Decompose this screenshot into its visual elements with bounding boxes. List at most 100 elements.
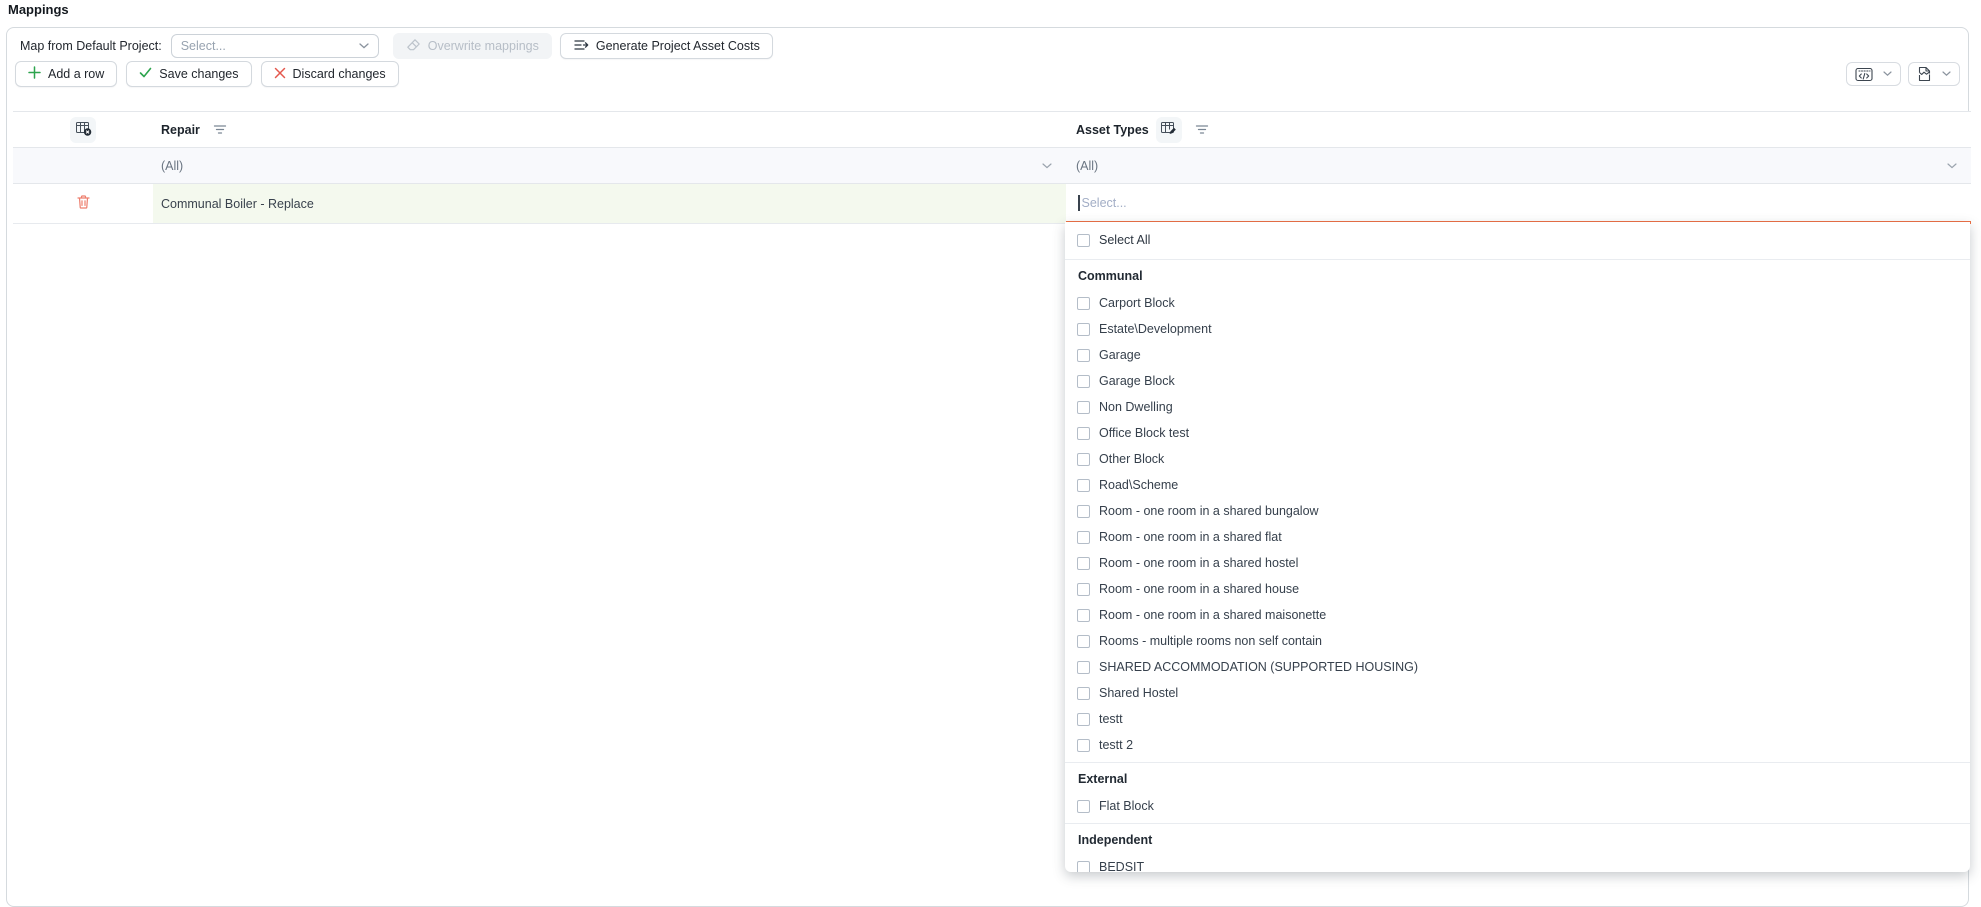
checkbox[interactable] bbox=[1077, 800, 1090, 813]
asset-type-group: Independent BEDSIT bbox=[1065, 823, 1970, 872]
asset-type-option[interactable]: BEDSIT bbox=[1065, 854, 1970, 872]
delete-row-button[interactable] bbox=[72, 190, 95, 217]
asset-type-option[interactable]: Carport Block bbox=[1065, 290, 1970, 316]
asset-type-option[interactable]: Non Dwelling bbox=[1065, 394, 1970, 420]
column-chooser-button[interactable] bbox=[70, 117, 96, 143]
option-label: SHARED ACCOMMODATION (SUPPORTED HOUSING) bbox=[1099, 660, 1418, 674]
asset-type-option[interactable]: Room - one room in a shared bungalow bbox=[1065, 498, 1970, 524]
asset-type-option[interactable]: Room - one room in a shared house bbox=[1065, 576, 1970, 602]
edit-toolbar: Add a row Save changes Discard changes bbox=[15, 61, 1960, 87]
checkbox[interactable] bbox=[1077, 687, 1090, 700]
repair-cell[interactable]: Communal Boiler - Replace bbox=[153, 184, 1066, 224]
overwrite-mappings-button[interactable]: Overwrite mappings bbox=[393, 33, 552, 59]
checkbox[interactable] bbox=[1077, 401, 1090, 414]
option-label: Room - one room in a shared hostel bbox=[1099, 556, 1298, 570]
filter-lines-icon[interactable] bbox=[213, 124, 227, 135]
option-label: Room - one room in a shared maisonette bbox=[1099, 608, 1326, 622]
option-label: Office Block test bbox=[1099, 426, 1189, 440]
asset-type-option[interactable]: testt 2 bbox=[1065, 732, 1970, 758]
asset-type-option[interactable]: Room - one room in a shared flat bbox=[1065, 524, 1970, 550]
option-label: Carport Block bbox=[1099, 296, 1175, 310]
chevron-down-icon[interactable] bbox=[1947, 163, 1957, 169]
export-file-button[interactable] bbox=[1908, 62, 1960, 86]
discard-changes-button[interactable]: Discard changes bbox=[261, 61, 399, 87]
list-arrow-icon bbox=[573, 39, 589, 54]
asset-type-option[interactable]: Office Block test bbox=[1065, 420, 1970, 446]
code-window-icon bbox=[1850, 67, 1878, 82]
option-label: testt 2 bbox=[1099, 738, 1133, 752]
checkbox[interactable] bbox=[1077, 453, 1090, 466]
checkbox[interactable] bbox=[1077, 531, 1090, 544]
checkbox[interactable] bbox=[1077, 323, 1090, 336]
default-project-select[interactable]: Select... bbox=[171, 34, 379, 58]
checkbox[interactable] bbox=[1077, 349, 1090, 362]
option-label: testt bbox=[1099, 712, 1123, 726]
asset-types-editor-cell[interactable]: Select... bbox=[1066, 184, 1971, 224]
generate-project-asset-costs-button[interactable]: Generate Project Asset Costs bbox=[560, 33, 773, 59]
trash-icon bbox=[76, 194, 91, 213]
filter-lines-icon[interactable] bbox=[1195, 124, 1209, 135]
checkbox[interactable] bbox=[1077, 861, 1090, 873]
asset-type-option[interactable]: Room - one room in a shared hostel bbox=[1065, 550, 1970, 576]
table-row: Communal Boiler - Replace Select... bbox=[13, 184, 1971, 224]
asset-types-filter-value[interactable]: (All) bbox=[1076, 159, 1098, 173]
option-label: Flat Block bbox=[1099, 799, 1154, 813]
select-all-option[interactable]: Select All bbox=[1065, 225, 1970, 255]
overwrite-mappings-label: Overwrite mappings bbox=[428, 39, 539, 53]
column-header-asset-types[interactable]: Asset Types bbox=[1076, 123, 1149, 137]
checkbox[interactable] bbox=[1077, 739, 1090, 752]
checkbox[interactable] bbox=[1077, 297, 1090, 310]
checkbox[interactable] bbox=[1077, 479, 1090, 492]
group-header: External bbox=[1065, 765, 1970, 793]
checkbox[interactable] bbox=[1077, 234, 1090, 247]
default-project-select-placeholder: Select... bbox=[181, 39, 226, 53]
chevron-down-icon[interactable] bbox=[1042, 163, 1052, 169]
torn-page-icon bbox=[1912, 66, 1937, 82]
checkbox[interactable] bbox=[1077, 713, 1090, 726]
option-label: Non Dwelling bbox=[1099, 400, 1173, 414]
map-toolbar: Map from Default Project: Select... Over… bbox=[15, 32, 773, 60]
asset-type-option[interactable]: Rooms - multiple rooms non self contain bbox=[1065, 628, 1970, 654]
checkbox[interactable] bbox=[1077, 427, 1090, 440]
asset-type-option[interactable]: SHARED ACCOMMODATION (SUPPORTED HOUSING) bbox=[1065, 654, 1970, 680]
checkbox[interactable] bbox=[1077, 661, 1090, 674]
asset-type-option[interactable]: Estate\Development bbox=[1065, 316, 1970, 342]
checkbox[interactable] bbox=[1077, 505, 1090, 518]
asset-type-option[interactable]: Flat Block bbox=[1065, 793, 1970, 819]
save-changes-button[interactable]: Save changes bbox=[126, 61, 251, 87]
add-a-row-button[interactable]: Add a row bbox=[15, 61, 117, 87]
grid-header-row: Repair Asset Types bbox=[13, 112, 1971, 148]
checkbox[interactable] bbox=[1077, 583, 1090, 596]
cross-icon bbox=[274, 67, 286, 82]
checkbox[interactable] bbox=[1077, 635, 1090, 648]
checkbox[interactable] bbox=[1077, 557, 1090, 570]
table-edit-button[interactable] bbox=[1156, 117, 1182, 143]
eraser-icon bbox=[406, 38, 421, 55]
group-header: Independent bbox=[1065, 826, 1970, 854]
group-items: Carport Block Estate\Development Garage … bbox=[1065, 290, 1970, 758]
asset-type-option[interactable]: testt bbox=[1065, 706, 1970, 732]
asset-type-option[interactable]: Shared Hostel bbox=[1065, 680, 1970, 706]
asset-type-option[interactable]: Room - one room in a shared maisonette bbox=[1065, 602, 1970, 628]
option-label: BEDSIT bbox=[1099, 860, 1144, 872]
asset-types-dropdown: Select All Communal Carport Block Estate… bbox=[1065, 222, 1970, 872]
chevron-down-icon[interactable] bbox=[1878, 71, 1897, 77]
asset-type-option[interactable]: Road\Scheme bbox=[1065, 472, 1970, 498]
checkbox[interactable] bbox=[1077, 375, 1090, 388]
chevron-down-icon[interactable] bbox=[1937, 71, 1956, 77]
table-remove-icon bbox=[75, 120, 92, 139]
asset-type-option[interactable]: Garage Block bbox=[1065, 368, 1970, 394]
asset-type-option[interactable]: Garage bbox=[1065, 342, 1970, 368]
checkbox[interactable] bbox=[1077, 609, 1090, 622]
check-icon bbox=[139, 67, 152, 81]
repair-filter-value[interactable]: (All) bbox=[161, 159, 183, 173]
option-label: Garage bbox=[1099, 348, 1141, 362]
table-edit-icon bbox=[1160, 120, 1177, 139]
asset-type-option[interactable]: Other Block bbox=[1065, 446, 1970, 472]
mappings-grid: Repair Asset Types bbox=[13, 111, 1971, 224]
option-label: Other Block bbox=[1099, 452, 1164, 466]
column-header-repair[interactable]: Repair bbox=[161, 123, 200, 137]
option-label: Rooms - multiple rooms non self contain bbox=[1099, 634, 1322, 648]
option-label: Shared Hostel bbox=[1099, 686, 1178, 700]
export-code-button[interactable] bbox=[1846, 62, 1901, 86]
